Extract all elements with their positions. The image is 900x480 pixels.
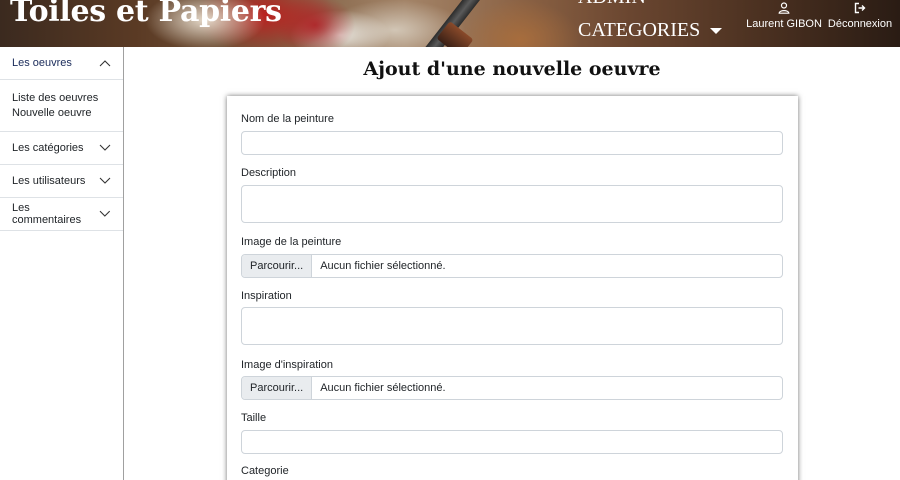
chevron-down-icon (99, 144, 111, 151)
logout-button[interactable]: Déconnexion (826, 2, 894, 30)
user-name: Laurent GIBON (746, 18, 822, 30)
image-inspiration-file-input[interactable]: Parcourir... Aucun fichier sélectionné. (241, 376, 783, 400)
chevron-down-icon (99, 210, 111, 217)
sidebar-item-commentaires[interactable]: Les commentaires (0, 198, 123, 231)
sidebar-subitem-liste-oeuvres[interactable]: Liste des oeuvres (12, 91, 111, 106)
sidebar-subitem-nouvelle-oeuvre[interactable]: Nouvelle oeuvre (12, 106, 111, 121)
user-icon (778, 2, 790, 17)
nom-label: Nom de la peinture (241, 113, 334, 125)
image-inspiration-file-status: Aucun fichier sélectionné. (320, 382, 446, 394)
image-file-input[interactable]: Parcourir... Aucun fichier sélectionné. (241, 254, 783, 278)
sidebar: Les oeuvres Liste des oeuvres Nouvelle o… (0, 47, 124, 480)
sidebar-submenu-oeuvres: Liste des oeuvres Nouvelle oeuvre (0, 80, 123, 132)
header-banner: Toiles et Papiers ADMIN CATEGORIES Laure… (0, 0, 900, 47)
chevron-up-icon (99, 60, 111, 67)
nav-admin[interactable]: ADMIN (578, 0, 646, 9)
sidebar-item-label: Les catégories (12, 142, 84, 154)
taille-input[interactable] (241, 430, 783, 454)
image-inspiration-label: Image d'inspiration (241, 359, 333, 371)
brand-logo[interactable]: Toiles et Papiers (10, 0, 282, 29)
nav-categories-dropdown[interactable]: CATEGORIES (578, 19, 723, 42)
image-inspiration-browse-button[interactable]: Parcourir... (242, 377, 313, 399)
image-browse-button[interactable]: Parcourir... (242, 255, 313, 277)
nav-categories-label: CATEGORIES (578, 19, 701, 41)
categorie-label: Categorie (241, 465, 289, 477)
user-profile-link[interactable]: Laurent GIBON (746, 2, 822, 30)
new-artwork-form: Nom de la peinture Description Image de … (227, 96, 798, 480)
logout-icon (854, 2, 866, 17)
description-textarea[interactable] (241, 185, 783, 223)
inspiration-textarea[interactable] (241, 307, 783, 345)
image-label: Image de la peinture (241, 236, 342, 248)
inspiration-label: Inspiration (241, 290, 292, 302)
sidebar-item-label: Les oeuvres (12, 57, 72, 69)
sidebar-item-label: Les utilisateurs (12, 175, 86, 187)
sidebar-item-label: Les commentaires (12, 202, 82, 226)
sidebar-item-oeuvres[interactable]: Les oeuvres (0, 47, 123, 80)
description-label: Description (241, 167, 297, 179)
chevron-down-icon (99, 177, 111, 184)
taille-label: Taille (241, 412, 267, 424)
sidebar-item-categories[interactable]: Les catégories (0, 132, 123, 165)
caret-down-icon (710, 27, 723, 34)
logout-label: Déconnexion (827, 18, 893, 30)
sidebar-item-utilisateurs[interactable]: Les utilisateurs (0, 165, 123, 198)
image-file-status: Aucun fichier sélectionné. (320, 260, 446, 272)
page-title: Ajout d'une nouvelle oeuvre (363, 58, 661, 80)
nom-input[interactable] (241, 131, 783, 155)
